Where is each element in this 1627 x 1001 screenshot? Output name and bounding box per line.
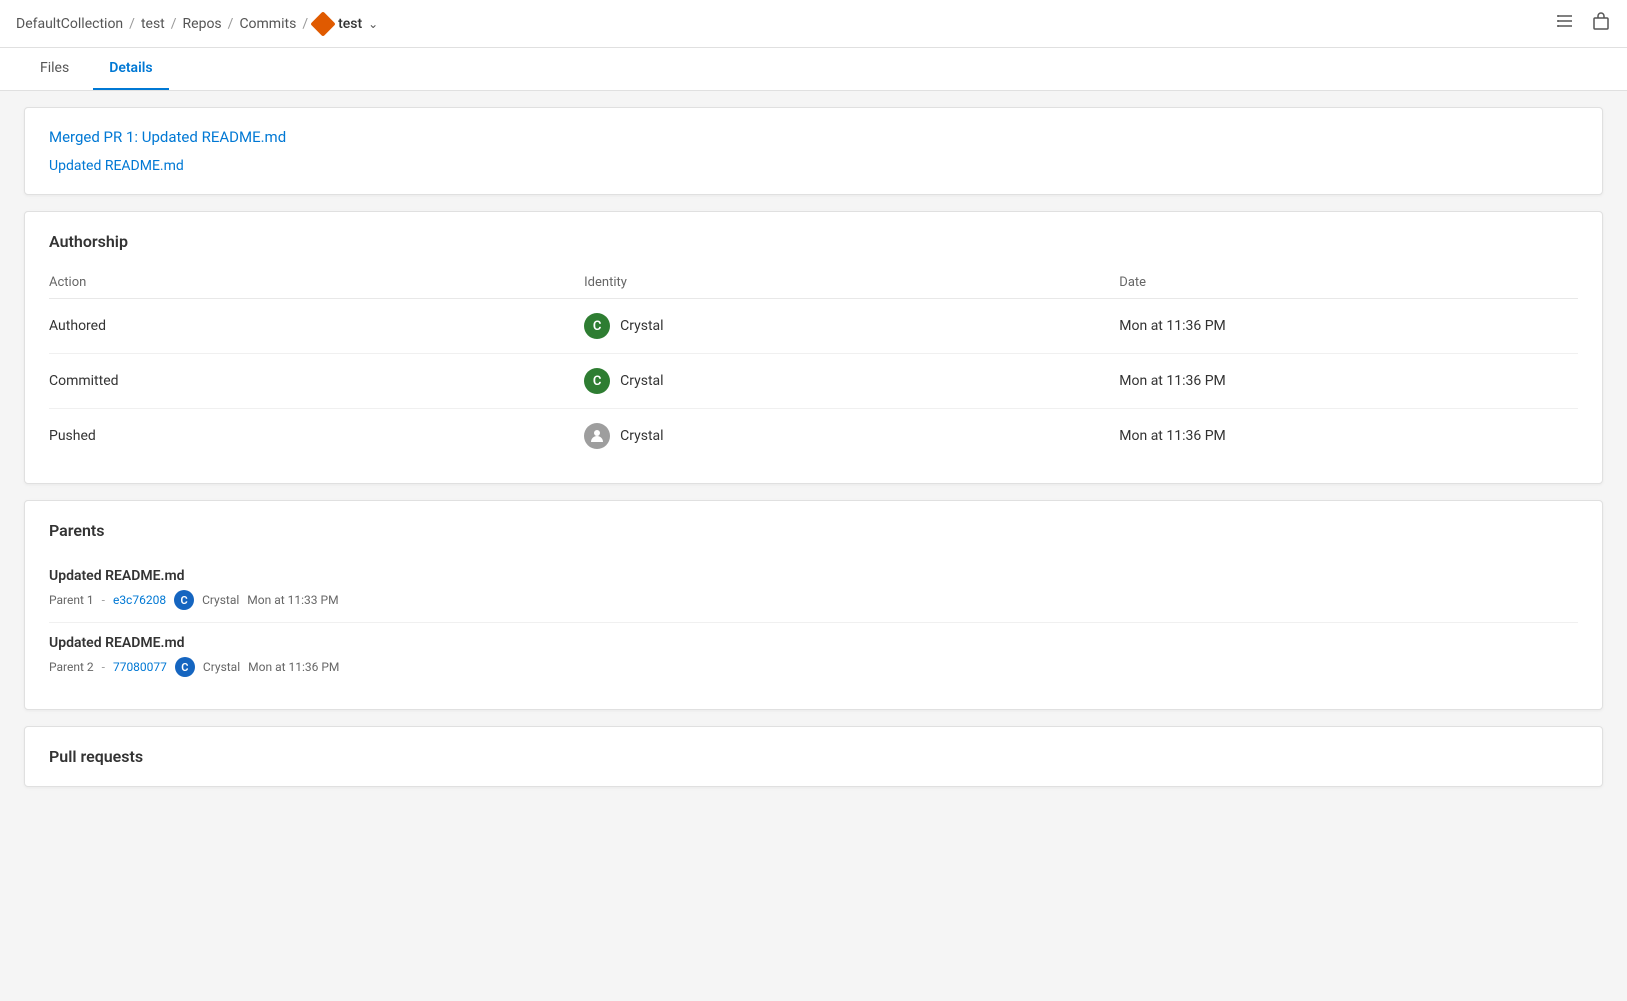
col-header-identity: Identity [584,267,1119,299]
parents-title: Parents [49,521,1578,540]
parent-sep-0: - [102,593,105,607]
identity-name-2: Crystal [620,428,663,444]
bag-icon[interactable] [1591,11,1611,36]
authorship-card: Authorship Action Identity Date Authored… [24,211,1603,484]
tab-files[interactable]: Files [24,48,85,90]
authorship-row: CommittedC Crystal Mon at 11:36 PM [49,354,1578,409]
pull-requests-title: Pull requests [49,747,1578,766]
avatar-0: C [584,313,610,339]
auth-identity-0: C Crystal [584,299,1119,354]
parent-commit-title-1[interactable]: Updated README.md [49,635,1578,651]
chevron-down-icon[interactable]: ⌄ [368,17,378,31]
parent-hash-1[interactable]: 77080077 [113,660,167,674]
parent-avatar-0: C [174,590,194,610]
avatar-1: C [584,368,610,394]
col-header-action: Action [49,267,584,299]
breadcrumb-sep-2: / [171,16,177,32]
pull-requests-card: Pull requests [24,726,1603,787]
auth-action-0: Authored [49,299,584,354]
col-header-date: Date [1119,267,1578,299]
commit-title[interactable]: Merged PR 1: Updated README.md [49,128,1578,146]
breadcrumb-sep-4: / [302,16,308,32]
parent-hash-0[interactable]: e3c76208 [113,593,166,607]
breadcrumb-commits[interactable]: Commits [239,16,296,32]
authorship-table: Action Identity Date AuthoredC Crystal Mon… [49,267,1578,463]
current-repo-name: test [338,16,362,32]
auth-date-1: Mon at 11:36 PM [1119,354,1578,409]
breadcrumb: DefaultCollection / test / Repos / Commi… [16,15,378,33]
tab-details[interactable]: Details [93,48,168,90]
tabs-bar: Files Details [0,48,1627,91]
parent-date-1: Mon at 11:36 PM [248,660,339,674]
breadcrumb-repos[interactable]: Repos [183,16,222,32]
parent-item-0: Updated README.md Parent 1-e3c76208 C Cryst… [49,556,1578,623]
breadcrumb-current-repo: test ⌄ [314,15,378,33]
parent-commit-title-0[interactable]: Updated README.md [49,568,1578,584]
auth-action-2: Pushed [49,409,584,464]
authorship-row: AuthoredC Crystal Mon at 11:36 PM [49,299,1578,354]
parent-label-1: Parent 2 [49,660,94,674]
breadcrumb-project[interactable]: test [141,16,165,32]
avatar-2 [584,423,610,449]
commit-message-card: Merged PR 1: Updated README.md Updated R… [24,107,1603,195]
parent-sep-1: - [102,660,105,674]
list-icon[interactable] [1555,11,1575,36]
breadcrumb-sep-3: / [228,16,234,32]
authorship-row: Pushed Crystal Mon at 11:36 PM [49,409,1578,464]
breadcrumb-sep-1: / [129,16,135,32]
breadcrumb-collection[interactable]: DefaultCollection [16,16,123,32]
parents-list: Updated README.mdParent 1-e3c76208CCryst… [49,556,1578,689]
auth-identity-2: Crystal [584,409,1119,464]
parent-date-0: Mon at 11:33 PM [247,593,338,607]
parent-label-0: Parent 1 [49,593,94,607]
top-bar-actions [1555,11,1611,36]
top-bar: DefaultCollection / test / Repos / Commi… [0,0,1627,48]
auth-identity-1: C Crystal [584,354,1119,409]
auth-date-2: Mon at 11:36 PM [1119,409,1578,464]
identity-name-0: Crystal [620,318,663,334]
parent-meta-1: Parent 2-77080077 C Crystal Mon at 11:36 PM [49,657,1578,677]
commit-subtitle[interactable]: Updated README.md [49,158,1578,174]
authorship-title: Authorship [49,232,1578,251]
auth-date-0: Mon at 11:36 PM [1119,299,1578,354]
parent-avatar-1: C [175,657,195,677]
parent-author-name-0: Crystal [202,593,239,607]
parent-meta-0: Parent 1-e3c76208 C Crystal Mon at 11:33 PM [49,590,1578,610]
auth-action-1: Committed [49,354,584,409]
page-content: Merged PR 1: Updated README.md Updated R… [0,91,1627,819]
identity-name-1: Crystal [620,373,663,389]
parents-card: Parents Updated README.mdParent 1-e3c762… [24,500,1603,710]
repo-icon [310,11,335,36]
parent-item-1: Updated README.md Parent 2-77080077 C Cryst… [49,623,1578,689]
parent-author-name-1: Crystal [203,660,240,674]
